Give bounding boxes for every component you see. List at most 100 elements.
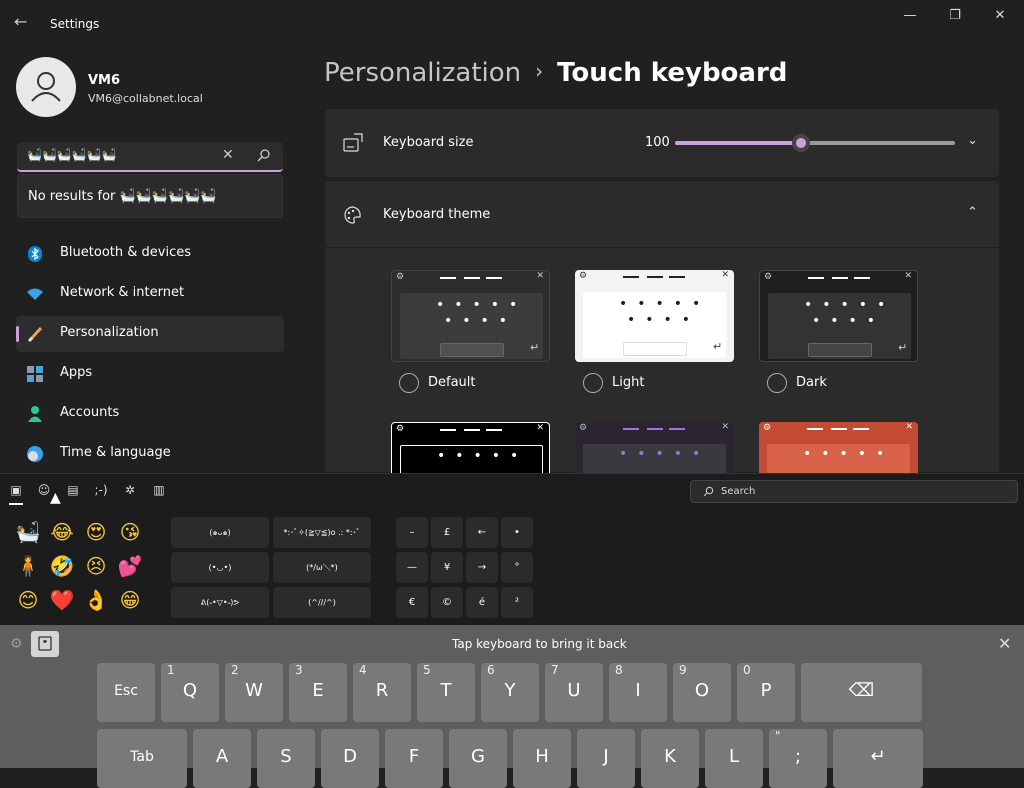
- kaomoji-item[interactable]: (•◡•): [171, 552, 269, 583]
- symbol-item[interactable]: £: [431, 517, 463, 548]
- chevron-up-icon[interactable]: ⌃: [967, 205, 978, 220]
- kaomoji-item[interactable]: (*/ω＼*): [273, 552, 371, 583]
- preview-bars: [440, 429, 502, 431]
- tab-gif-icon[interactable]: ▤: [62, 483, 84, 497]
- nav-item-bluetooth[interactable]: Bluetooth & devices: [16, 236, 284, 272]
- minimize-button[interactable]: —: [890, 8, 930, 28]
- emoji-item[interactable]: 😍: [82, 518, 110, 546]
- page-title: Touch keyboard: [557, 58, 788, 88]
- key-q[interactable]: 1Q: [161, 663, 219, 722]
- key-k[interactable]: K: [641, 729, 699, 788]
- key-secondary-label: 6: [487, 663, 495, 677]
- key-y[interactable]: 6Y: [481, 663, 539, 722]
- breadcrumb-parent[interactable]: Personalization: [324, 58, 521, 88]
- nav-item-apps[interactable]: Apps: [16, 356, 284, 392]
- theme-radio-default[interactable]: [399, 373, 419, 393]
- search-box[interactable]: 🛀🛀🛀🛀🛀🛀 ✕: [17, 142, 283, 172]
- symbol-item[interactable]: ²: [501, 587, 533, 618]
- symbol-item[interactable]: –: [396, 517, 428, 548]
- emoji-search-input[interactable]: Search: [721, 486, 755, 497]
- key-semicolon[interactable]: ";: [769, 729, 827, 788]
- tab-symbols-icon[interactable]: ✲: [119, 483, 141, 497]
- clear-icon[interactable]: ✕: [222, 147, 234, 163]
- key-enter[interactable]: ↵: [833, 729, 923, 788]
- theme-preview-light[interactable]: ⚙ ✕ ••••• •••• ↵: [575, 270, 734, 362]
- emoji-item[interactable]: 💕: [116, 552, 144, 580]
- emoji-item[interactable]: 🛀: [14, 518, 42, 546]
- emoji-item[interactable]: 😂: [48, 518, 76, 546]
- key-a[interactable]: A: [193, 729, 251, 788]
- key-p[interactable]: 0P: [737, 663, 795, 722]
- search-icon[interactable]: [257, 148, 271, 162]
- key-l[interactable]: L: [705, 729, 763, 788]
- search-input[interactable]: 🛀🛀🛀🛀🛀🛀: [27, 148, 117, 162]
- emoji-item[interactable]: 👌: [82, 586, 110, 614]
- theme-preview-high-contrast[interactable]: ⚙ ✕ •••••: [391, 422, 550, 473]
- gear-icon[interactable]: ⚙: [10, 636, 23, 652]
- symbol-item[interactable]: ¥: [431, 552, 463, 583]
- symbol-item[interactable]: →: [466, 552, 498, 583]
- symbol-item[interactable]: ©: [431, 587, 463, 618]
- nav-item-personalization[interactable]: Personalization: [16, 316, 284, 352]
- nav-item-accounts[interactable]: Accounts: [16, 396, 284, 432]
- emoji-toggle-button[interactable]: [31, 631, 59, 657]
- theme-preview-default[interactable]: ⚙ ✕ ••••• •••• ↵: [391, 270, 550, 362]
- key-f[interactable]: F: [385, 729, 443, 788]
- key-u[interactable]: 7U: [545, 663, 603, 722]
- theme-preview-red[interactable]: ⚙ ✕ •••••: [759, 422, 918, 473]
- emoji-item[interactable]: 🤣: [48, 552, 76, 580]
- key-d[interactable]: D: [321, 729, 379, 788]
- emoji-item[interactable]: 😘: [116, 518, 144, 546]
- avatar[interactable]: [16, 57, 76, 117]
- touch-keyboard[interactable]: ⚙ Tap keyboard to bring it back ✕ Esc 1 Q 2…: [0, 625, 1024, 788]
- theme-radio-light[interactable]: [583, 373, 603, 393]
- theme-preview-purple[interactable]: ⚙ ✕ •••••: [575, 422, 734, 473]
- emoji-item[interactable]: 😁: [116, 586, 144, 614]
- chevron-down-icon[interactable]: ⌄: [967, 133, 978, 148]
- symbol-item[interactable]: é: [466, 587, 498, 618]
- key-r[interactable]: 4R: [353, 663, 411, 722]
- kaomoji-item[interactable]: *:･ﾟ✧(≧▽≦)o .: *:･ﾟ: [273, 517, 371, 548]
- key-backspace[interactable]: ⌫: [801, 663, 922, 722]
- emoji-item[interactable]: 😊: [14, 586, 42, 614]
- keyboard-size-slider[interactable]: [675, 134, 955, 152]
- close-button[interactable]: ✕: [980, 8, 1020, 28]
- key-i[interactable]: 8I: [609, 663, 667, 722]
- back-arrow-icon[interactable]: ←: [14, 12, 27, 31]
- key-label: Q: [182, 680, 198, 701]
- symbol-item[interactable]: €: [396, 587, 428, 618]
- key-w[interactable]: 2W: [225, 663, 283, 722]
- key-t[interactable]: 5T: [417, 663, 475, 722]
- emoji-item[interactable]: ❤️: [48, 586, 76, 614]
- key-j[interactable]: J: [577, 729, 635, 788]
- key-tab[interactable]: Tab: [97, 729, 187, 788]
- key-o[interactable]: 9O: [673, 663, 731, 722]
- symbol-item[interactable]: °: [501, 552, 533, 583]
- key-e[interactable]: 3E: [289, 663, 347, 722]
- key-g[interactable]: G: [449, 729, 507, 788]
- kaomoji-item[interactable]: ᕕ(˵•▽•˵)ᕗ: [171, 587, 269, 618]
- kaomoji-item[interactable]: (๑ᴗ๑): [171, 517, 269, 548]
- keyboard-size-card[interactable]: Keyboard size 100 ⌄: [325, 109, 999, 177]
- key-s[interactable]: S: [257, 729, 315, 788]
- symbol-item[interactable]: •: [501, 517, 533, 548]
- close-icon: ✕: [904, 271, 912, 281]
- key-esc[interactable]: Esc: [97, 663, 155, 722]
- nav-item-network[interactable]: Network & internet: [16, 276, 284, 312]
- theme-radio-dark[interactable]: [767, 373, 787, 393]
- emoji-item[interactable]: 😣: [82, 552, 110, 580]
- emoji-search-box[interactable]: Search: [690, 480, 1018, 503]
- slider-thumb[interactable]: [792, 134, 810, 152]
- symbol-item[interactable]: ←: [466, 517, 498, 548]
- nav-item-time-language[interactable]: Time & language: [16, 436, 284, 472]
- kaomoji-item[interactable]: (^///^): [273, 587, 371, 618]
- tab-clipboard-icon[interactable]: ▥: [148, 483, 170, 497]
- close-icon[interactable]: ✕: [998, 634, 1011, 653]
- emoji-item[interactable]: 🧍: [14, 552, 42, 580]
- key-h[interactable]: H: [513, 729, 571, 788]
- tab-recent-icon[interactable]: ▣: [5, 483, 27, 505]
- maximize-button[interactable]: ❐: [935, 8, 975, 28]
- theme-preview-dark[interactable]: ⚙ ✕ ••••• •••• ↵: [759, 270, 918, 362]
- symbol-item[interactable]: —: [396, 552, 428, 583]
- tab-kaomoji-icon[interactable]: ;-): [90, 483, 112, 497]
